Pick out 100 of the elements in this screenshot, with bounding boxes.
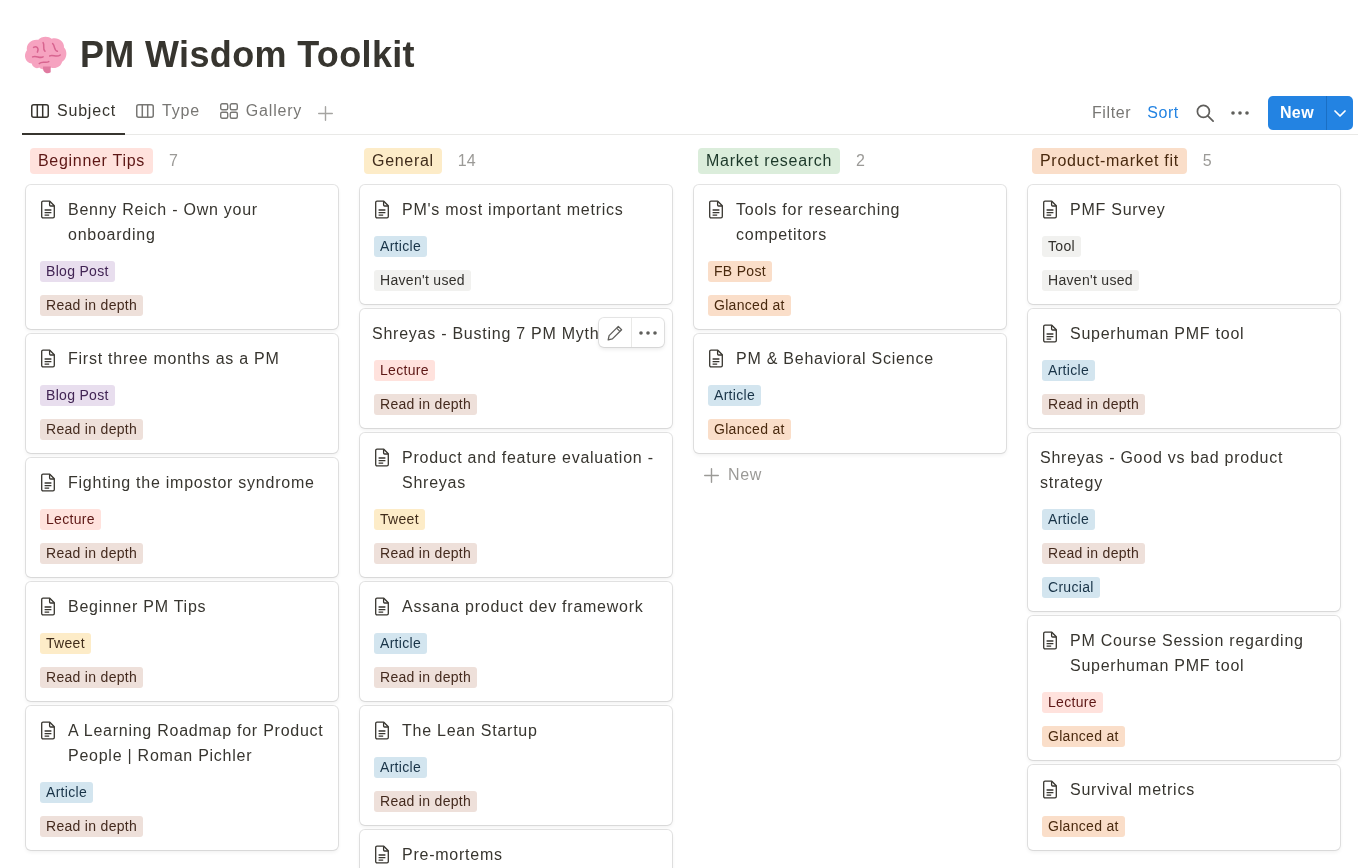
- toolbar-button[interactable]: Sort: [1141, 100, 1185, 126]
- property-tag: Glanced at: [1042, 816, 1125, 837]
- brain-icon: [22, 35, 68, 75]
- property-tag: Article: [1042, 360, 1095, 381]
- toolbar-button[interactable]: Filter: [1086, 100, 1138, 126]
- board-card[interactable]: PM Course Session regarding Superhuman PMF tool Lecture Glanced at: [1028, 616, 1340, 760]
- group-label: Market research: [698, 148, 841, 174]
- pencil-icon[interactable]: [607, 324, 623, 341]
- board-card[interactable]: Assana product dev framework Article Read in depth: [360, 582, 672, 701]
- card-title: PM & Behavioral Science: [736, 349, 934, 369]
- board-card[interactable]: Product and feature evaluation - Shreyas Tweet Read in depth: [360, 433, 672, 577]
- page-icon: [40, 473, 56, 492]
- page-icon: [374, 200, 390, 219]
- card-title: Tools for researching competitors: [736, 200, 902, 245]
- group-label: Product-market fit: [1032, 148, 1187, 174]
- property-tag: Read in depth: [374, 667, 478, 688]
- group-count: 14: [457, 152, 476, 170]
- card-title: PMF Survey: [1070, 200, 1166, 220]
- page-icon: [40, 721, 56, 740]
- board-card[interactable]: PMF Survey Tool Haven't used: [1028, 185, 1340, 304]
- board-card[interactable]: Superhuman PMF tool Article Read in depth: [1028, 309, 1340, 428]
- more-icon[interactable]: [639, 330, 657, 335]
- chevron-down-icon: [1334, 109, 1346, 117]
- board-card[interactable]: PM's most important metrics Article Haven't used: [360, 185, 672, 304]
- property-tag: Haven't used: [1042, 270, 1139, 291]
- property-tag: Blog Post: [40, 385, 115, 406]
- card-title: Assana product dev framework: [402, 597, 644, 617]
- property-tag: Glanced at: [708, 295, 791, 316]
- page-icon: [374, 845, 390, 864]
- card-title: Survival metrics: [1070, 780, 1195, 800]
- group-label: General: [364, 148, 442, 174]
- page-icon: [1042, 780, 1058, 799]
- property-tag: Article: [708, 385, 761, 406]
- property-tag: Read in depth: [1042, 394, 1146, 415]
- board-card[interactable]: Beginner PM Tips Tweet Read in depth: [26, 582, 338, 701]
- group-count: 7: [168, 152, 178, 170]
- more-icon[interactable]: [1230, 111, 1249, 115]
- board-card[interactable]: Shreyas - Busting 7 PM Myth Lecture Read in depth: [360, 309, 672, 428]
- property-tag: Read in depth: [40, 816, 144, 837]
- page-title: PM Wisdom Toolkit: [80, 33, 415, 77]
- card-title: The Lean Startup: [402, 721, 538, 741]
- card-title: PM Course Session regarding Superhuman PMF tool: [1070, 631, 1305, 676]
- property-tag: Read in depth: [374, 791, 478, 812]
- card-title: PM's most important metrics: [402, 200, 624, 220]
- board-card[interactable]: Benny Reich - Own your onboarding Blog Post Read in depth: [26, 185, 338, 329]
- property-tag: Lecture: [40, 509, 101, 530]
- property-tag: Lecture: [1042, 692, 1103, 713]
- card-title: Pre-mortems: [402, 845, 503, 865]
- card-title: Beginner PM Tips: [68, 597, 207, 617]
- card-title: Superhuman PMF tool: [1070, 324, 1245, 344]
- page-icon: [708, 349, 724, 368]
- page-icon: [708, 200, 724, 219]
- board-icon: [135, 104, 154, 118]
- property-tag: Tool: [1042, 236, 1081, 257]
- new-dropdown-button[interactable]: [1326, 96, 1353, 130]
- page-icon: [40, 349, 56, 368]
- board-card[interactable]: Pre-mortems: [360, 830, 672, 868]
- page-icon: [1042, 324, 1058, 343]
- property-tag: Article: [40, 782, 93, 803]
- page-icon: [374, 721, 390, 740]
- board-card[interactable]: First three months as a PM Blog Post Read in depth: [26, 334, 338, 453]
- group-count: 2: [856, 152, 865, 170]
- view-tab[interactable]: Type: [126, 91, 209, 135]
- property-tag: Haven't used: [374, 270, 471, 291]
- card-title: A Learning Roadmap for Product People | Roman Pichler: [68, 721, 325, 766]
- view-tab[interactable]: Subject: [22, 91, 125, 135]
- view-tab[interactable]: Gallery: [210, 91, 312, 135]
- card-title: Shreyas - Busting 7 PM Myth: [372, 324, 600, 344]
- board-card[interactable]: Survival metrics Glanced at: [1028, 765, 1340, 850]
- search-icon[interactable]: [1195, 104, 1214, 122]
- property-tag: Crucial: [1042, 577, 1100, 598]
- card-title: Fighting the impostor syndrome: [68, 473, 315, 493]
- property-tag: Read in depth: [374, 543, 478, 564]
- board-card[interactable]: A Learning Roadmap for Product People | Roman Pichler Article Read in depth: [26, 706, 338, 850]
- page-icon: [40, 200, 56, 219]
- property-tag: Glanced at: [1042, 726, 1125, 747]
- page-icon: [1042, 200, 1058, 219]
- card-title: Product and feature evaluation - Shreyas: [402, 448, 655, 493]
- card-title: Shreyas - Good vs bad product strategy: [1040, 448, 1285, 493]
- page-icon: [1042, 631, 1058, 650]
- property-tag: Read in depth: [374, 394, 478, 415]
- page-icon: [374, 597, 390, 616]
- card-title: First three months as a PM: [68, 349, 280, 369]
- board-card[interactable]: The Lean Startup Article Read in depth: [360, 706, 672, 825]
- board-card[interactable]: PM & Behavioral Science Article Glanced at: [694, 334, 1006, 453]
- board-icon: [31, 104, 49, 118]
- board-card[interactable]: Tools for researching competitors FB Post Glanced at: [694, 185, 1006, 329]
- property-tag: Read in depth: [40, 419, 144, 440]
- property-tag: Read in depth: [40, 667, 144, 688]
- board-card[interactable]: Fighting the impostor syndrome Lecture Read in depth: [26, 458, 338, 577]
- property-tag: Read in depth: [1042, 543, 1146, 564]
- group-label: Beginner Tips: [30, 148, 153, 174]
- property-tag: Tweet: [374, 509, 425, 530]
- card-title: Benny Reich - Own your onboarding: [68, 200, 259, 245]
- board-card[interactable]: Shreyas - Good vs bad product strategy Article Read in depth Crucial: [1028, 433, 1340, 611]
- property-tag: Article: [374, 633, 427, 654]
- property-tag: Tweet: [40, 633, 91, 654]
- property-tag: Read in depth: [40, 543, 144, 564]
- new-button[interactable]: New: [1267, 96, 1326, 130]
- group-count: 5: [1202, 152, 1212, 170]
